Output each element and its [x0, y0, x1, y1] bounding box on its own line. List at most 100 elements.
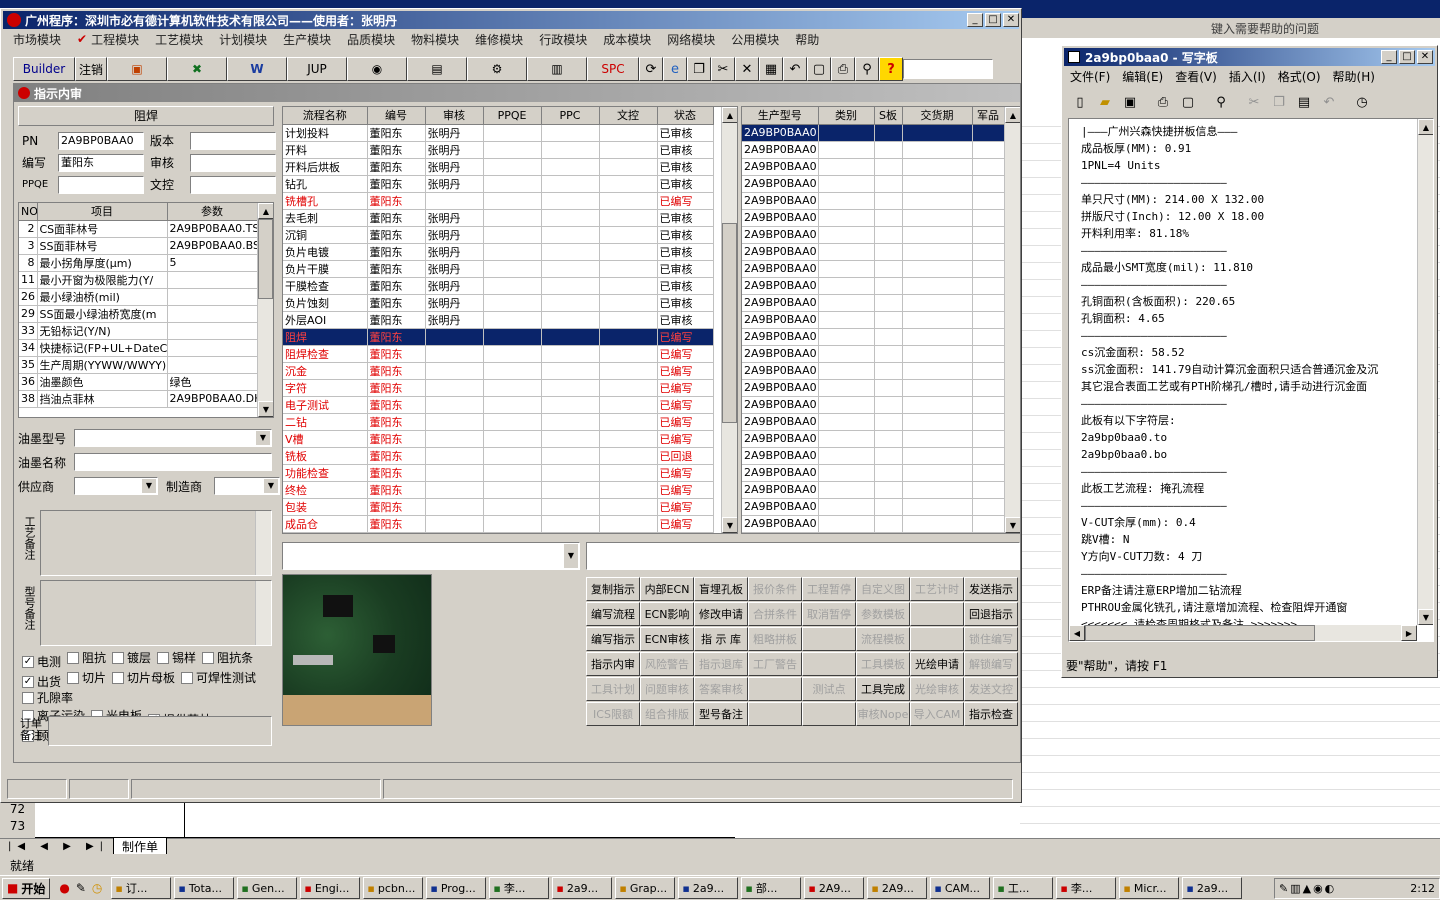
prod-row[interactable]: 2A9BP0BAA0	[742, 328, 1005, 346]
prod-row[interactable]: 2A9BP0BAA0	[742, 345, 1005, 363]
cut-icon[interactable]: ✂	[711, 57, 735, 81]
remark1-scrollbar[interactable]	[255, 511, 271, 575]
start-button[interactable]: ■ 开始	[2, 877, 51, 899]
action-button-42[interactable]: 型号备注	[694, 702, 748, 726]
flow-combo[interactable]: ▼	[282, 542, 580, 570]
save-icon[interactable]: ▣	[1118, 90, 1142, 114]
menu-material[interactable]: 物料模块	[411, 31, 459, 48]
prod-row[interactable]: 2A9BP0BAA0	[742, 141, 1005, 159]
task-button[interactable]: ▪ 部...	[741, 877, 802, 899]
delete-icon[interactable]: ✕	[735, 57, 759, 81]
prod-row[interactable]: 2A9BP0BAA0	[742, 158, 1005, 176]
menu-help[interactable]: 帮助(H)	[1333, 68, 1375, 86]
action-button-1[interactable]: 内部ECN	[640, 577, 694, 601]
flow-row[interactable]: 铣板 董阳东 已回退	[283, 447, 714, 465]
remark1-field[interactable]	[40, 510, 272, 576]
paste-icon[interactable]: ▤	[1292, 90, 1316, 114]
action-button-2[interactable]: 盲埋孔板	[694, 577, 748, 601]
menu-common[interactable]: 公用模块	[731, 31, 779, 48]
menu-help[interactable]: 帮助	[795, 31, 819, 48]
menu-market[interactable]: 市场模块	[13, 31, 61, 48]
checkbox-4[interactable]: 阻抗条	[202, 650, 253, 666]
author-field[interactable]: 董阳东	[58, 154, 144, 172]
task-button[interactable]: ▪ 2A9...	[867, 877, 928, 899]
task-button[interactable]: ▪ Gen...	[237, 877, 298, 899]
maximize-button[interactable]: □	[985, 13, 1001, 27]
task-button[interactable]: ▪ 2a9...	[552, 877, 613, 899]
checkbox-empty-icon[interactable]	[22, 692, 34, 704]
ink-name-field[interactable]	[74, 453, 272, 471]
prod-row[interactable]: 2A9BP0BAA0	[742, 294, 1005, 312]
wordpad-hscrollbar[interactable]: ◀ ▶	[1069, 625, 1417, 641]
prod-row[interactable]: 2A9BP0BAA0	[742, 413, 1005, 431]
action-button-10[interactable]: 修改申请	[694, 602, 748, 626]
action-button-7[interactable]: 发送指示	[964, 577, 1018, 601]
menu-view[interactable]: 查看(V)	[1175, 68, 1217, 86]
flow-row[interactable]: 二钻 董阳东 已编写	[283, 413, 714, 431]
checkbox-8[interactable]: 可焊性测试	[181, 670, 256, 686]
refresh-icon[interactable]: ⟳	[639, 57, 663, 81]
task-button[interactable]: ▪ 2a9...	[1182, 877, 1243, 899]
prod-row[interactable]: 2A9BP0BAA0	[742, 464, 1005, 482]
action-button-21[interactable]: 流程模板	[856, 627, 910, 651]
task-button[interactable]: ▪ Grap...	[615, 877, 676, 899]
prod-row[interactable]: 2A9BP0BAA0	[742, 175, 1005, 193]
flow-row[interactable]: 负片干膜 董阳东 张明丹 已审核	[283, 260, 714, 278]
flow-row[interactable]: 终检 董阳东 已编写	[283, 481, 714, 499]
sheet-tab-zhizuodan[interactable]: 制作单	[113, 837, 168, 856]
menu-admin[interactable]: 行政模块	[539, 31, 587, 48]
action-button-40[interactable]: ICS限额	[586, 702, 640, 726]
action-button-6[interactable]: 工艺计时	[910, 577, 964, 601]
action-button-29[interactable]: 工具模板	[856, 652, 910, 676]
scroll-up-icon[interactable]: ▲	[722, 107, 737, 123]
param-row[interactable]: 8 最小拐角厚度(μm) 5	[19, 254, 258, 272]
prod-row[interactable]: 2A9BP0BAA0	[742, 379, 1005, 397]
production-grid[interactable]: 生产型号 类别 S板 交货期 军品 2A9BP0BAA0 2A9BP0BAA0 2A9BP0…	[741, 106, 1021, 534]
flow-row[interactable]: 铣槽孔 董阳东 已编写	[283, 192, 714, 210]
printer-icon[interactable]: ▥	[527, 57, 587, 81]
maximize-button[interactable]: □	[1399, 50, 1415, 64]
wordpad-document[interactable]: |———广州兴森快捷拼板信息——— 成品板厚(MM): 0.91 1PNL=4 Un…	[1068, 118, 1434, 642]
note-field[interactable]	[586, 542, 1020, 570]
flow-row[interactable]: 阻焊 董阳东 已编写	[283, 328, 714, 346]
flow-row[interactable]: 干膜检查 董阳东 张明丹 已审核	[283, 277, 714, 295]
action-button-22[interactable]	[910, 627, 964, 651]
task-button[interactable]: ▪ Engi...	[300, 877, 361, 899]
menu-cost[interactable]: 成本模块	[603, 31, 651, 48]
doc-field[interactable]	[190, 176, 276, 194]
scroll-thumb[interactable]	[1085, 625, 1315, 641]
flow-row[interactable]: 负片蚀刻 董阳东 张明丹 已审核	[283, 294, 714, 312]
database-icon[interactable]: ▤	[407, 57, 467, 81]
find-icon[interactable]: ⚲	[1209, 90, 1233, 114]
param-row[interactable]: 38 挡油点菲林 2A9BP0BAA0.DH	[19, 390, 258, 408]
flow-row[interactable]: 负片电镀 董阳东 张明丹 已审核	[283, 243, 714, 261]
prod-row[interactable]: 2A9BP0BAA0	[742, 498, 1005, 516]
quicklaunch-edit-icon[interactable]: ✎	[76, 881, 86, 895]
menu-engineering[interactable]: 工程模块	[91, 31, 139, 48]
checkbox-empty-icon[interactable]	[202, 652, 215, 664]
checkbox-empty-icon[interactable]	[67, 672, 80, 684]
action-button-35[interactable]	[748, 677, 802, 701]
checkbox-empty-icon[interactable]	[112, 672, 125, 684]
action-button-3[interactable]: 报价条件	[748, 577, 802, 601]
review-field[interactable]	[190, 154, 276, 172]
action-button-8[interactable]: 编写流程	[586, 602, 640, 626]
prod-scrollbar[interactable]: ▲ ▼	[1004, 107, 1020, 533]
prod-row[interactable]: 2A9BP0BAA0	[742, 515, 1005, 533]
scroll-up-icon[interactable]: ▲	[1005, 107, 1020, 123]
flow-row[interactable]: 包装 董阳东 已编写	[283, 498, 714, 516]
task-button[interactable]: ▪ Prog...	[426, 877, 487, 899]
prod-row[interactable]: 2A9BP0BAA0	[742, 447, 1005, 465]
preview-icon[interactable]: ▢	[807, 57, 831, 81]
order-remark-field[interactable]	[48, 716, 272, 746]
flow-row[interactable]: 沉铜 董阳东 张明丹 已审核	[283, 226, 714, 244]
remark2-scrollbar[interactable]	[255, 581, 271, 645]
action-button-39[interactable]: 发送文控	[964, 677, 1018, 701]
action-button-27[interactable]: 工厂警告	[748, 652, 802, 676]
scroll-up-icon[interactable]: ▲	[258, 203, 273, 219]
task-button[interactable]: ▪ 2A9...	[804, 877, 865, 899]
menu-plan[interactable]: 计划模块	[219, 31, 267, 48]
scroll-right-icon[interactable]: ▶	[1401, 625, 1417, 641]
task-button[interactable]: ▪ 李...	[489, 877, 550, 899]
flow-row[interactable]: 开料 董阳东 张明丹 已审核	[283, 141, 714, 159]
